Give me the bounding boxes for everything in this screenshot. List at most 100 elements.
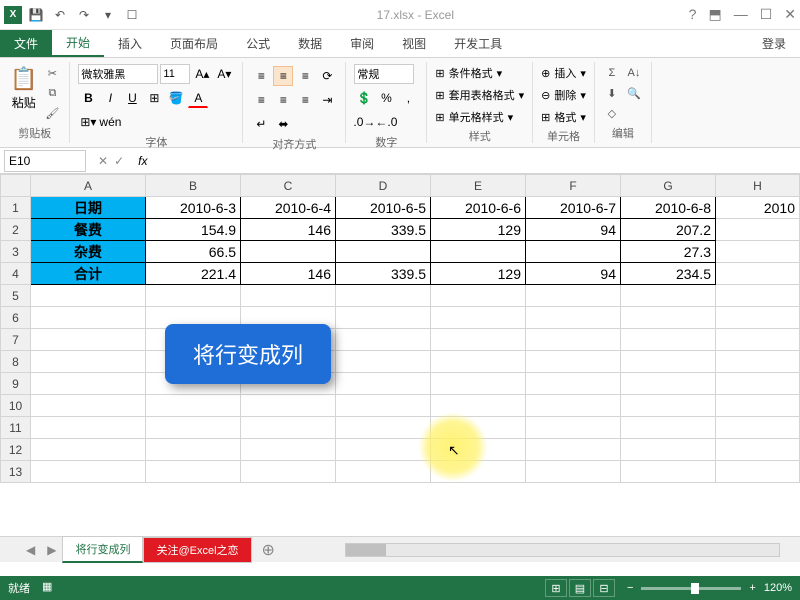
cell[interactable]: 66.5	[146, 241, 241, 263]
row-header[interactable]: 4	[1, 263, 31, 285]
cell[interactable]: 2010-6-8	[621, 197, 716, 219]
col-header[interactable]: C	[241, 175, 336, 197]
paste-button[interactable]: 📋 粘贴	[8, 64, 39, 113]
undo-icon[interactable]: ↶	[50, 5, 70, 25]
align-bottom-icon[interactable]: ≡	[295, 66, 315, 86]
cell[interactable]	[716, 373, 800, 395]
cell[interactable]	[621, 439, 716, 461]
increase-font-icon[interactable]: A▴	[192, 64, 212, 84]
cell[interactable]	[146, 461, 241, 483]
align-center-icon[interactable]: ≡	[273, 90, 293, 110]
name-box[interactable]: E10	[4, 150, 86, 172]
cell[interactable]	[336, 241, 431, 263]
sort-filter-icon[interactable]: A↓	[625, 64, 643, 82]
cell[interactable]	[241, 417, 336, 439]
view-page-break-icon[interactable]: ⊟	[593, 579, 615, 597]
cell[interactable]: 2010-6-5	[336, 197, 431, 219]
cell[interactable]	[146, 395, 241, 417]
cell[interactable]: 合计	[31, 263, 146, 285]
italic-button[interactable]: I	[100, 88, 120, 108]
cell[interactable]	[526, 461, 621, 483]
row-header[interactable]: 3	[1, 241, 31, 263]
cell[interactable]	[526, 329, 621, 351]
ribbon-options-icon[interactable]: ⬒	[708, 6, 721, 23]
phonetic-button[interactable]: wén	[100, 112, 120, 132]
redo-icon[interactable]: ↷	[74, 5, 94, 25]
cell[interactable]	[621, 351, 716, 373]
align-left-icon[interactable]: ≡	[251, 90, 271, 110]
zoom-in-icon[interactable]: +	[749, 582, 755, 594]
cell[interactable]	[716, 329, 800, 351]
cell[interactable]	[621, 329, 716, 351]
currency-icon[interactable]: 💲	[354, 88, 374, 108]
zoom-slider[interactable]	[641, 587, 741, 590]
row-header[interactable]: 1	[1, 197, 31, 219]
fill-icon[interactable]: ⬇	[603, 84, 621, 102]
enter-formula-icon[interactable]: ✓	[114, 154, 124, 168]
decrease-decimal-icon[interactable]: ←.0	[376, 112, 396, 132]
cell[interactable]	[31, 461, 146, 483]
cell[interactable]	[336, 439, 431, 461]
cell[interactable]	[621, 395, 716, 417]
cell[interactable]	[241, 395, 336, 417]
cell[interactable]	[621, 417, 716, 439]
cell[interactable]	[621, 285, 716, 307]
cell[interactable]	[526, 351, 621, 373]
merge-button[interactable]: ⬌	[273, 114, 293, 134]
cell[interactable]	[146, 285, 241, 307]
cell[interactable]	[31, 285, 146, 307]
insert-cells-button[interactable]: ⊕插入 ▾	[541, 64, 586, 82]
row-header[interactable]: 13	[1, 461, 31, 483]
col-header[interactable]: E	[431, 175, 526, 197]
cell[interactable]	[241, 439, 336, 461]
number-format-select[interactable]	[354, 64, 414, 84]
cell[interactable]	[526, 241, 621, 263]
cell[interactable]	[431, 285, 526, 307]
decrease-font-icon[interactable]: A▾	[214, 64, 234, 84]
view-page-layout-icon[interactable]: ▤	[569, 579, 591, 597]
cell-styles-button[interactable]: ⊞单元格样式 ▾	[435, 108, 513, 126]
cell[interactable]	[146, 439, 241, 461]
cell[interactable]	[31, 417, 146, 439]
find-icon[interactable]: 🔍	[625, 84, 643, 102]
cell[interactable]: 221.4	[146, 263, 241, 285]
tab-view[interactable]: 视图	[388, 30, 440, 57]
cell[interactable]	[336, 285, 431, 307]
borders-dropdown[interactable]: ⊞▾	[78, 112, 98, 132]
cell[interactable]	[31, 307, 146, 329]
cell[interactable]: 日期	[31, 197, 146, 219]
cell[interactable]	[241, 285, 336, 307]
add-sheet-icon[interactable]: ⊕	[252, 540, 285, 560]
row-header[interactable]: 9	[1, 373, 31, 395]
underline-button[interactable]: U	[122, 88, 142, 108]
touch-mode-icon[interactable]: ☐	[122, 5, 142, 25]
maximize-icon[interactable]: ☐	[760, 6, 773, 23]
minimize-icon[interactable]: —	[734, 6, 748, 23]
cell[interactable]	[716, 263, 800, 285]
row-header[interactable]: 8	[1, 351, 31, 373]
fill-color-button[interactable]: 🪣	[166, 88, 186, 108]
cell[interactable]	[336, 417, 431, 439]
cell[interactable]	[621, 461, 716, 483]
format-painter-icon[interactable]: 🖌	[43, 104, 61, 122]
align-middle-icon[interactable]: ≡	[273, 66, 293, 86]
comma-icon[interactable]: ,	[398, 88, 418, 108]
zoom-out-icon[interactable]: −	[627, 582, 633, 594]
cell[interactable]	[431, 373, 526, 395]
cell[interactable]: 94	[526, 219, 621, 241]
cell[interactable]	[336, 307, 431, 329]
select-all-corner[interactable]	[1, 175, 31, 197]
cell[interactable]	[336, 461, 431, 483]
cell[interactable]: 94	[526, 263, 621, 285]
font-name-select[interactable]	[78, 64, 158, 84]
cut-icon[interactable]: ✂	[43, 64, 61, 82]
fx-icon[interactable]: fx	[132, 154, 153, 168]
save-icon[interactable]: 💾	[26, 5, 46, 25]
align-right-icon[interactable]: ≡	[295, 90, 315, 110]
cell[interactable]	[716, 439, 800, 461]
row-header[interactable]: 11	[1, 417, 31, 439]
tab-developer[interactable]: 开发工具	[440, 30, 516, 57]
cell[interactable]	[31, 373, 146, 395]
increase-decimal-icon[interactable]: .0→	[354, 112, 374, 132]
cell[interactable]: 146	[241, 263, 336, 285]
